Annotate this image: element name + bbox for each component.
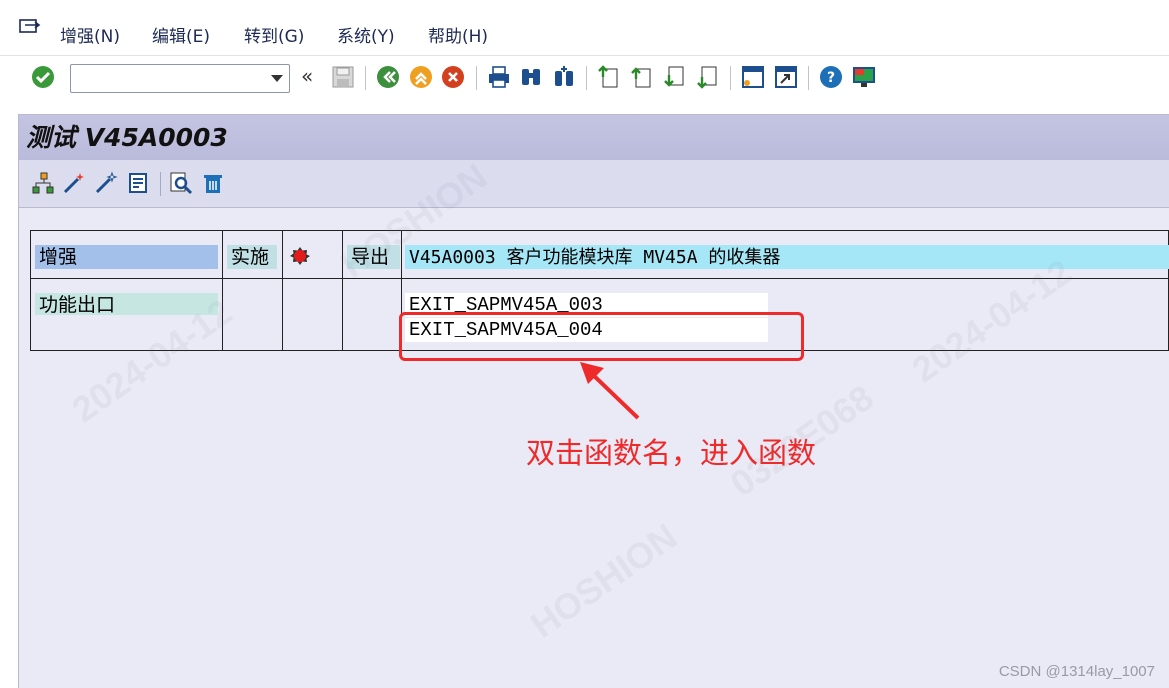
magic-wand-icon — [63, 173, 84, 194]
shortcut-button[interactable] — [773, 64, 799, 90]
first-page-icon — [598, 65, 618, 88]
save-icon — [332, 66, 354, 88]
find-next-button[interactable] — [551, 64, 577, 90]
row-divider — [30, 278, 1169, 279]
toolbar-separator — [586, 66, 587, 90]
monitor-icon — [853, 67, 875, 87]
system-menu-icon[interactable] — [19, 19, 41, 37]
delete-button[interactable] — [200, 169, 226, 197]
toolbar-separator — [730, 66, 731, 90]
enhancement-description: V45A0003 客户功能模块库 MV45A 的收集器 — [405, 245, 1169, 269]
printer-icon — [489, 66, 509, 88]
cancel-button[interactable] — [440, 64, 466, 90]
previous-page-button[interactable] — [629, 64, 655, 90]
exit-button[interactable] — [408, 64, 434, 90]
toolbar-separator — [476, 66, 477, 90]
collapse-command-button[interactable]: « — [301, 64, 313, 88]
deactivate-button[interactable] — [93, 169, 119, 197]
find-button[interactable] — [518, 64, 544, 90]
menu-edit[interactable]: 编辑(E) — [152, 22, 210, 47]
enhancement-header: 增强 — [35, 245, 218, 269]
implementation-header: 实施 — [227, 245, 277, 269]
next-page-icon — [664, 66, 684, 87]
trash-icon — [204, 175, 222, 193]
page-title: 测试 V45A0003 — [26, 123, 228, 152]
command-input[interactable] — [71, 65, 259, 92]
toolbar-separator — [365, 66, 366, 90]
help-button[interactable]: ? — [818, 64, 844, 90]
help-icon: ? — [820, 66, 842, 88]
documentation-button[interactable] — [125, 169, 151, 197]
hierarchy-button[interactable] — [30, 169, 56, 197]
command-field[interactable] — [70, 64, 290, 93]
last-page-icon — [697, 66, 717, 89]
print-button[interactable] — [486, 64, 512, 90]
toolbar-separator — [160, 172, 161, 196]
annotation-highlight-box — [399, 312, 804, 361]
layout-button[interactable] — [851, 64, 877, 90]
enter-button[interactable] — [30, 64, 56, 90]
function-exit-label: 功能出口 — [35, 293, 218, 315]
save-button[interactable] — [330, 64, 356, 90]
hierarchy-icon — [32, 172, 54, 194]
column-divider — [342, 230, 343, 351]
credit-text: CSDN @1314lay_1007 — [998, 663, 1155, 680]
back-icon — [377, 66, 399, 88]
document-icon — [129, 173, 147, 193]
annotation-arrow-icon — [580, 362, 640, 420]
magic-wand-off-icon — [95, 171, 118, 194]
new-window-icon — [742, 66, 764, 88]
toolbar-separator — [808, 66, 809, 90]
next-page-button[interactable] — [662, 64, 688, 90]
previous-page-icon — [631, 67, 651, 88]
export-header: 导出 — [347, 245, 400, 269]
magnifier-icon — [170, 172, 193, 195]
status-red-icon — [290, 247, 310, 265]
menu-help[interactable]: 帮助(H) — [428, 22, 488, 47]
exit-icon — [410, 66, 432, 88]
menu-system[interactable]: 系统(Y) — [337, 22, 395, 47]
first-page-button[interactable] — [596, 64, 622, 90]
chevron-down-icon[interactable] — [271, 75, 283, 82]
display-object-button[interactable] — [168, 169, 194, 197]
column-divider — [222, 230, 223, 351]
create-session-button[interactable] — [740, 64, 766, 90]
last-page-button[interactable] — [695, 64, 721, 90]
binoculars-icon — [522, 69, 540, 85]
activate-button[interactable] — [61, 169, 87, 197]
column-divider — [282, 230, 283, 351]
menu-goto[interactable]: 转到(G) — [244, 22, 304, 47]
annotation-text: 双击函数名，进入函数 — [526, 436, 817, 470]
svg-text:?: ? — [827, 70, 835, 86]
back-button[interactable] — [375, 64, 401, 90]
binoculars-plus-icon — [555, 66, 573, 86]
cancel-icon — [442, 66, 464, 88]
shortcut-icon — [775, 66, 797, 88]
check-icon — [32, 66, 54, 88]
menu-enhancement[interactable]: 增强(N) — [60, 22, 120, 47]
